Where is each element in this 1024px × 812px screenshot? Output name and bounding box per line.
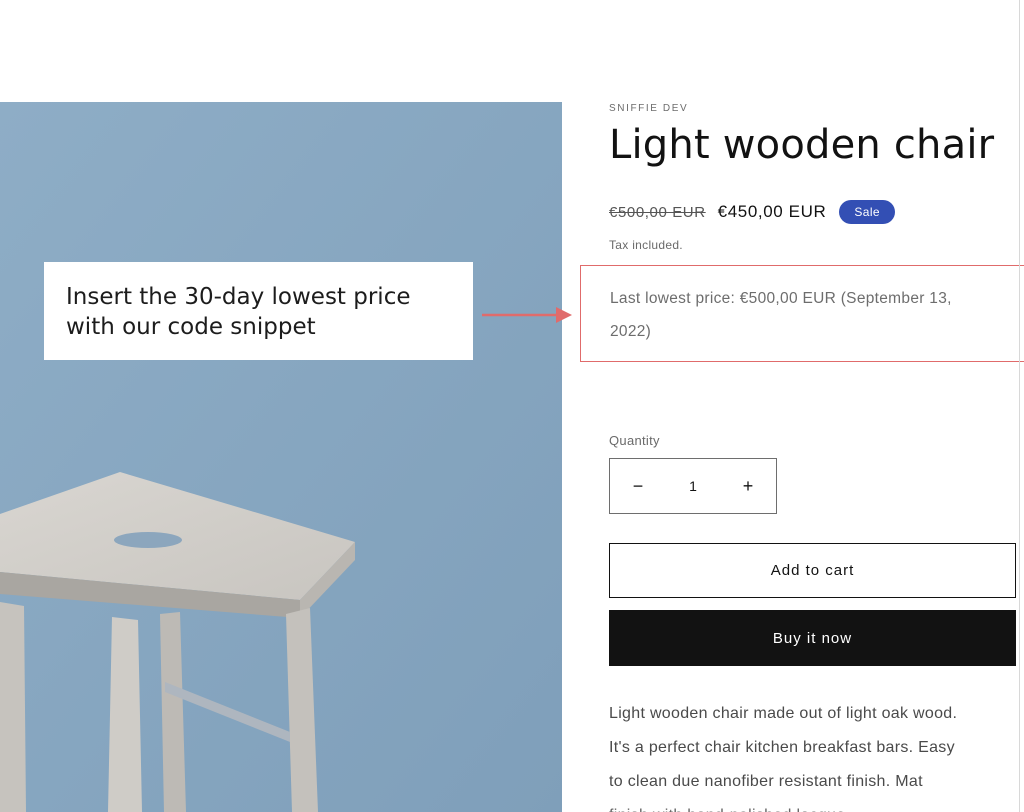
wooden-stool-illustration <box>0 102 562 812</box>
quantity-label: Quantity <box>609 433 660 448</box>
lowest-price-line-1: Last lowest price: €500,00 EUR (Septembe… <box>610 290 952 307</box>
description-line: finish with hand-polished lacque... <box>609 799 1019 812</box>
product-info: SNIFFIE DEV Light wooden chair €500,00 E… <box>580 0 1024 812</box>
quantity-stepper: − 1 + <box>609 458 777 514</box>
lowest-price-line-2: 2022) <box>610 323 652 340</box>
sale-price: €450,00 EUR <box>717 202 827 221</box>
callout-line-2: with our code snippet <box>66 314 316 340</box>
minus-icon[interactable]: − <box>610 459 666 513</box>
product-image <box>0 102 562 812</box>
lowest-price-highlight: Last lowest price: €500,00 EUR (Septembe… <box>580 265 1024 362</box>
description-line: Light wooden chair made out of light oak… <box>609 705 958 722</box>
price-row: €500,00 EUR €450,00 EUR Sale <box>609 198 895 226</box>
lowest-price-text: Last lowest price: €500,00 EUR (Septembe… <box>610 282 1024 348</box>
page-edge-divider <box>1019 0 1020 812</box>
right-arrow-icon <box>482 307 572 323</box>
annotation-callout: Insert the 30-day lowest price with our … <box>44 262 473 360</box>
sale-badge: Sale <box>839 200 895 224</box>
plus-icon[interactable]: + <box>720 459 776 513</box>
tax-note: Tax included. <box>609 238 683 252</box>
product-vendor: SNIFFIE DEV <box>609 103 689 114</box>
buy-it-now-button[interactable]: Buy it now <box>609 610 1016 666</box>
description-line: to clean due nanofiber resistant finish.… <box>609 773 923 790</box>
product-title: Light wooden chair <box>609 122 995 168</box>
callout-line-1: Insert the 30-day lowest price <box>66 284 411 310</box>
add-to-cart-button[interactable]: Add to cart <box>609 543 1016 598</box>
description-line: It's a perfect chair kitchen breakfast b… <box>609 739 955 756</box>
product-description: Light wooden chair made out of light oak… <box>609 697 1019 812</box>
quantity-input[interactable]: 1 <box>666 478 720 494</box>
regular-price: €500,00 EUR <box>609 203 706 221</box>
